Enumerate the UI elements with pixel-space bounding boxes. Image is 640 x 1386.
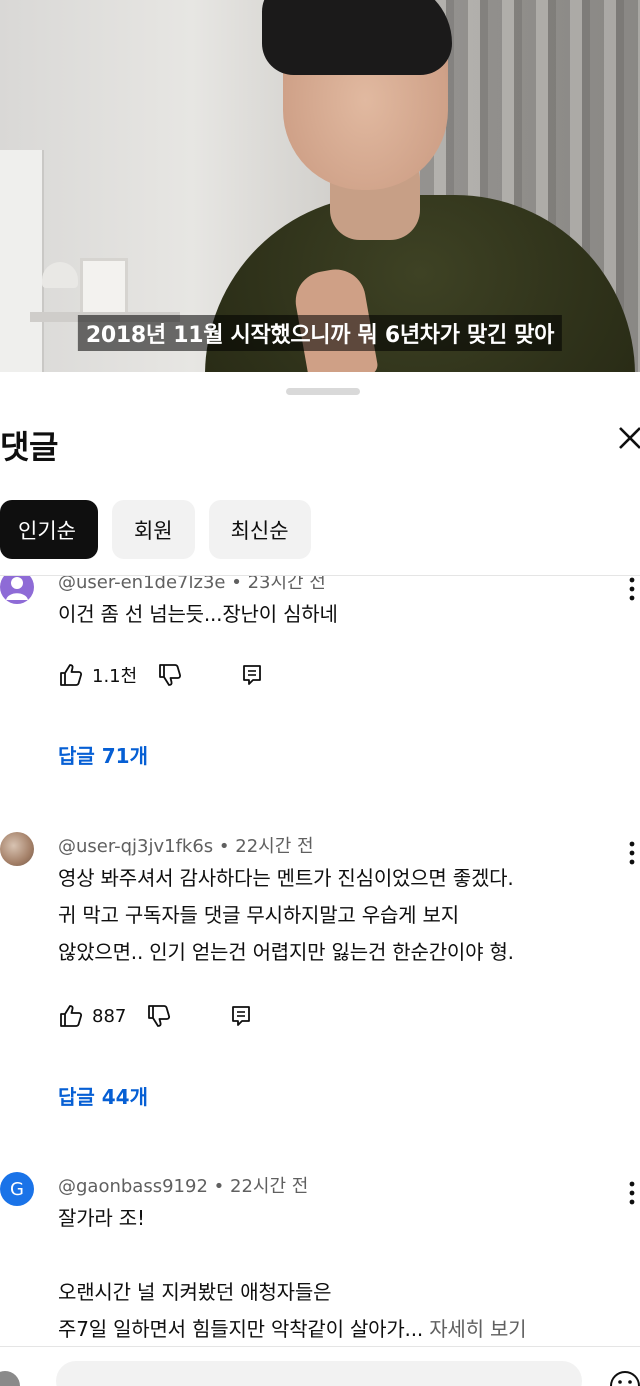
video-subtitle: 2018년 11월 시작했으니까 뭐 6년차가 맞긴 맞아 bbox=[77, 315, 563, 351]
person-hair bbox=[262, 0, 452, 75]
more-options-icon[interactable] bbox=[622, 838, 640, 868]
like-icon[interactable] bbox=[58, 662, 84, 688]
more-options-icon[interactable] bbox=[622, 576, 640, 604]
meta-separator: • bbox=[213, 1176, 225, 1197]
comment-text: 잘가라 조! 오랜시간 널 지켜봤던 애청자들은 주7일 일하면서 힘들지만 악… bbox=[58, 1200, 527, 1346]
replies-link[interactable]: 답글 71개 bbox=[58, 740, 148, 769]
like-count: 887 bbox=[92, 1005, 127, 1027]
avatar[interactable] bbox=[0, 832, 34, 866]
close-icon[interactable] bbox=[612, 420, 640, 456]
sort-chips: 인기순 회원 최신순 bbox=[0, 500, 311, 559]
comment-actions: 1.1천 bbox=[58, 660, 265, 690]
comment-time: 22시간 전 bbox=[230, 1176, 309, 1197]
comment-line: 않았으면.. 인기 얻는건 어렵지만 잃는건 한순간이야 형. bbox=[58, 940, 514, 964]
chip-members[interactable]: 회원 bbox=[111, 500, 195, 559]
emoji-icon[interactable] bbox=[608, 1369, 640, 1386]
comment-author[interactable]: @user-en1de7lz3e bbox=[58, 576, 225, 593]
comment-line: 영상 봐주셔서 감사하다는 멘트가 진심이었으면 좋겠다. bbox=[58, 866, 514, 890]
comment-author[interactable]: @gaonbass9192 bbox=[58, 1176, 208, 1197]
sheet-title: 댓글 bbox=[0, 428, 58, 466]
comment-meta: @user-qj3jv1fk6s • 22시간 전 bbox=[58, 832, 314, 858]
reply-icon[interactable] bbox=[228, 1003, 254, 1029]
comments-sheet: 댓글 인기순 회원 최신순 @user-en1de7lz3e • 23시간 전 bbox=[0, 372, 640, 1386]
comment-time: 22시간 전 bbox=[235, 836, 314, 857]
meta-separator: • bbox=[231, 576, 242, 593]
comment-author[interactable]: @user-qj3jv1fk6s bbox=[58, 836, 213, 857]
comment-time: 23시간 전 bbox=[247, 576, 326, 593]
comment-line: 잘가라 조! bbox=[58, 1206, 145, 1230]
comment-input[interactable] bbox=[56, 1361, 582, 1386]
see-more-link[interactable]: 자세히 보기 bbox=[429, 1317, 526, 1341]
sheet-drag-handle[interactable] bbox=[286, 388, 360, 395]
comment-meta: @gaonbass9192 • 22시간 전 bbox=[58, 1172, 308, 1198]
meta-separator: • bbox=[218, 836, 230, 857]
comment-text: 영상 봐주셔서 감사하다는 멘트가 진심이었으면 좋겠다. 귀 막고 구독자들 … bbox=[58, 860, 514, 971]
video-player[interactable]: 2018년 11월 시작했으니까 뭐 6년차가 맞긴 맞아 bbox=[0, 0, 640, 372]
comment-meta: @user-en1de7lz3e • 23시간 전 bbox=[58, 576, 326, 594]
avatar[interactable]: G bbox=[0, 1172, 34, 1206]
like-count: 1.1천 bbox=[92, 666, 138, 687]
comment-line: 오랜시간 널 지켜봤던 애청자들은 bbox=[58, 1280, 332, 1304]
background-picture-frame bbox=[80, 258, 128, 320]
comment-line: 이건 좀 선 넘는듯...장난이 심하네 bbox=[58, 602, 338, 626]
background-lamp bbox=[42, 262, 78, 288]
reply-icon[interactable] bbox=[239, 662, 265, 688]
comment-line-blank bbox=[58, 1237, 526, 1274]
comment-line: 주7일 일하면서 힘들지만 악착같이 살아가... 자세히 보기 bbox=[58, 1311, 527, 1346]
avatar[interactable] bbox=[0, 576, 34, 604]
replies-link[interactable]: 답글 44개 bbox=[58, 1081, 148, 1110]
person-icon bbox=[6, 577, 28, 600]
comment-line: 귀 막고 구독자들 댓글 무시하지말고 우습게 보지 bbox=[58, 903, 459, 927]
background-wall-panel bbox=[0, 150, 44, 372]
like-icon[interactable] bbox=[58, 1003, 84, 1029]
chip-popular[interactable]: 인기순 bbox=[0, 500, 98, 559]
my-avatar bbox=[0, 1371, 20, 1386]
dislike-icon[interactable] bbox=[146, 1003, 172, 1029]
comment-text: 이건 좀 선 넘는듯...장난이 심하네 bbox=[58, 596, 338, 633]
dislike-icon[interactable] bbox=[157, 662, 183, 688]
comment-composer bbox=[0, 1346, 640, 1386]
comment-list: @user-en1de7lz3e • 23시간 전 이건 좀 선 넘는듯...장… bbox=[0, 576, 640, 1346]
chip-newest[interactable]: 최신순 bbox=[208, 500, 311, 559]
comment-actions: 887 bbox=[58, 1001, 254, 1031]
more-options-icon[interactable] bbox=[622, 1178, 640, 1208]
comment-line-text: 주7일 일하면서 힘들지만 악착같이 살아가... bbox=[58, 1317, 424, 1341]
